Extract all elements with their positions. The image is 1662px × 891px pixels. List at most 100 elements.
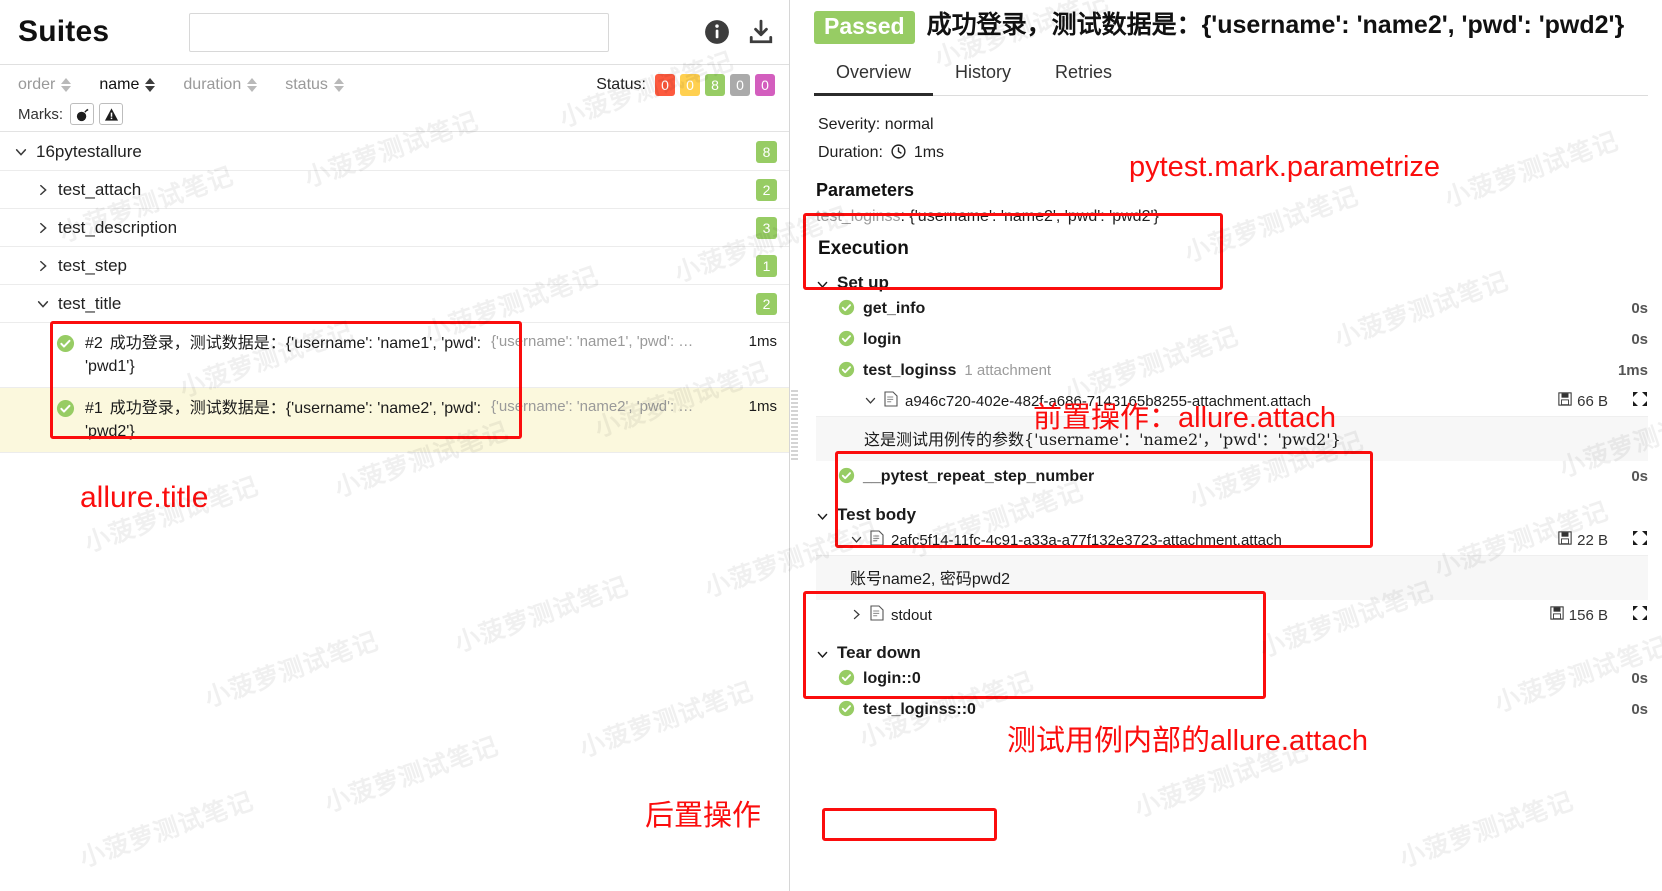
attachment-size-text: 22 B bbox=[1577, 531, 1608, 549]
tree-node-count: 1 bbox=[756, 254, 777, 277]
tree-node-count: 2 bbox=[756, 178, 777, 201]
annotation-label-teardown: 后置操作 bbox=[645, 800, 762, 832]
step-pytest-repeat-step-number[interactable]: __pytest_repeat_step_number 0s bbox=[816, 461, 1648, 492]
test-case-number: #1 bbox=[85, 400, 103, 417]
bomb-icon[interactable] bbox=[70, 103, 94, 125]
expand-icon[interactable] bbox=[1632, 391, 1648, 411]
panel-scrollbar[interactable] bbox=[791, 390, 798, 460]
attachment-size: 22 B bbox=[1558, 531, 1608, 549]
annotation-label-setup-attach: 前置操作：allure.attach bbox=[1033, 402, 1336, 434]
test-case-row[interactable]: #1 成功登录，测试数据是：{'username': 'name2', 'pwd'… bbox=[0, 388, 789, 453]
severity-row: Severity: normal bbox=[818, 116, 934, 133]
step-duration: 0s bbox=[1631, 701, 1648, 718]
search-input[interactable] bbox=[189, 12, 610, 52]
marks-row: Marks: bbox=[18, 101, 775, 127]
step-login[interactable]: login 0s bbox=[816, 324, 1648, 355]
suites-left-panel: Suites order name duration status Status… bbox=[0, 0, 790, 891]
attachment-filename: 2afc5f14-11fc-4c91-a33a-a77f132e3723-att… bbox=[891, 531, 1282, 549]
tree-node-test-step[interactable]: test_step 1 bbox=[0, 247, 789, 285]
tree-node-count: 8 bbox=[756, 140, 777, 163]
tree-node-count: 3 bbox=[756, 216, 777, 239]
group-teardown[interactable]: Tear down bbox=[816, 643, 1648, 663]
parameter-row: test_loginss: {'username': 'name2', 'pwd… bbox=[816, 208, 1648, 226]
chevron-down-icon bbox=[36, 297, 50, 311]
group-setup[interactable]: Set up bbox=[816, 273, 1648, 293]
annotation-label-allure-title: allure.title bbox=[80, 481, 209, 514]
test-case-parameter: {'username': 'name1', 'pwd': … bbox=[491, 333, 694, 350]
tree-node-test-title[interactable]: test_title 2 bbox=[0, 285, 789, 323]
clock-icon bbox=[891, 144, 906, 164]
status-label: Status: bbox=[596, 76, 646, 93]
status-filter-group: Status: 0 0 8 0 0 bbox=[596, 74, 775, 96]
stdout-row[interactable]: stdout 156 B bbox=[816, 600, 1648, 630]
file-icon bbox=[884, 391, 898, 411]
tree-node-label: test_description bbox=[58, 217, 178, 237]
step-get-info[interactable]: get_info 0s bbox=[816, 293, 1648, 324]
passed-icon bbox=[838, 330, 857, 349]
attachment-meta: 66 B bbox=[1558, 391, 1648, 411]
download-icon[interactable] bbox=[747, 18, 775, 46]
test-case-title: #1 成功登录，测试数据是：{'username': 'name2', 'pwd'… bbox=[85, 397, 485, 443]
tree-node-count: 2 bbox=[756, 292, 777, 315]
tab-history[interactable]: History bbox=[933, 54, 1033, 96]
step-test-loginss[interactable]: test_loginss 1 attachment 1ms bbox=[816, 355, 1648, 386]
sort-caret-icon bbox=[333, 78, 344, 92]
tab-retries[interactable]: Retries bbox=[1033, 54, 1134, 96]
step-login-0[interactable]: login::0 0s bbox=[816, 663, 1648, 694]
save-icon bbox=[1558, 392, 1572, 410]
status-badge-passed[interactable]: 8 bbox=[705, 74, 725, 96]
passed-icon bbox=[56, 399, 75, 418]
tree-node-label: test_attach bbox=[58, 179, 142, 199]
sort-caret-icon bbox=[145, 78, 156, 92]
info-icon[interactable] bbox=[703, 18, 731, 46]
passed-icon bbox=[838, 700, 857, 719]
group-teardown-label: Tear down bbox=[837, 643, 921, 662]
test-case-duration: 1ms bbox=[748, 398, 777, 415]
sort-name[interactable]: name bbox=[99, 76, 156, 94]
sort-duration[interactable]: duration bbox=[183, 76, 258, 94]
passed-icon bbox=[838, 361, 857, 380]
marks-label: Marks: bbox=[18, 105, 63, 123]
sort-caret-icon bbox=[61, 78, 72, 92]
test-case-row[interactable]: #2 成功登录，测试数据是：{'username': 'name1', 'pwd'… bbox=[0, 323, 789, 388]
status-badge-failed[interactable]: 0 bbox=[655, 74, 675, 96]
left-panel-toolbar: order name duration status Status: 0 0 8… bbox=[0, 65, 789, 132]
attachment-content: 账号name2, 密码pwd2 bbox=[816, 555, 1648, 600]
sort-status[interactable]: status bbox=[285, 76, 344, 94]
sort-name-label: name bbox=[99, 76, 140, 93]
chevron-right-icon bbox=[36, 259, 50, 273]
attachment-count: 1 attachment bbox=[964, 362, 1052, 379]
tree-node-16pytestallure[interactable]: 16pytestallure 8 bbox=[0, 133, 789, 171]
step-duration: 0s bbox=[1631, 300, 1648, 317]
passed-icon bbox=[56, 334, 75, 353]
passed-icon bbox=[838, 299, 857, 318]
step-label: test_loginss::0 bbox=[863, 700, 976, 718]
attachment-size-text: 66 B bbox=[1577, 392, 1608, 410]
test-result-title: 成功登录，测试数据是：{'username': 'name2', 'pwd': … bbox=[926, 11, 1625, 39]
expand-icon[interactable] bbox=[1632, 530, 1648, 550]
test-case-parameter: {'username': 'name2', 'pwd': … bbox=[491, 398, 694, 415]
warning-icon[interactable] bbox=[99, 103, 123, 125]
sort-order[interactable]: order bbox=[18, 76, 72, 94]
execution-heading: Execution bbox=[818, 238, 909, 259]
annotation-label-parametrize: pytest.mark.parametrize bbox=[1129, 151, 1441, 183]
group-test-body[interactable]: Test body bbox=[816, 505, 1648, 525]
tree-node-label: 16pytestallure bbox=[36, 141, 142, 161]
step-duration: 0s bbox=[1631, 468, 1648, 485]
tab-bar: Overview History Retries bbox=[814, 54, 1648, 96]
status-badge-unknown[interactable]: 0 bbox=[755, 74, 775, 96]
tree-node-test-description[interactable]: test_description 3 bbox=[0, 209, 789, 247]
passed-icon bbox=[838, 467, 857, 486]
status-badge-skipped[interactable]: 0 bbox=[730, 74, 750, 96]
status-badge-broken[interactable]: 0 bbox=[680, 74, 700, 96]
search-container bbox=[109, 12, 689, 52]
attachment-row[interactable]: 2afc5f14-11fc-4c91-a33a-a77f132e3723-att… bbox=[816, 525, 1648, 555]
file-icon bbox=[870, 530, 884, 550]
chevron-right-icon bbox=[36, 183, 50, 197]
tree-node-test-attach[interactable]: test_attach 2 bbox=[0, 171, 789, 209]
left-panel-header: Suites bbox=[0, 0, 789, 65]
expand-icon[interactable] bbox=[1632, 605, 1648, 625]
step-duration: 0s bbox=[1631, 670, 1648, 687]
test-case-name: 成功登录，测试数据是：{'username': 'name1', 'pwd': … bbox=[85, 335, 482, 375]
tab-overview[interactable]: Overview bbox=[814, 54, 934, 96]
